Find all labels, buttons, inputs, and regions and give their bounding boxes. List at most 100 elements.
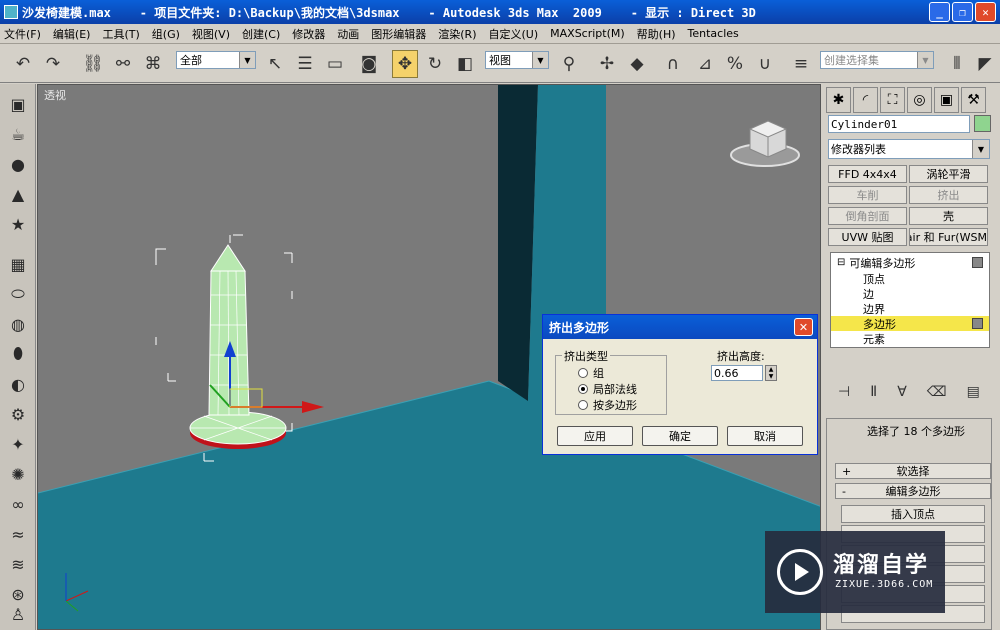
create-sphere-icon[interactable]: ● — [6, 152, 30, 176]
mirror-icon[interactable]: ⫴ — [944, 50, 970, 78]
soft-selection-rollout[interactable]: + 软选择 — [835, 463, 991, 479]
menu-tools[interactable]: 工具(T) — [102, 26, 139, 42]
radio-button[interactable] — [578, 400, 588, 410]
snaps-toggle-icon[interactable]: ∩ — [660, 50, 686, 78]
stack-item-toggle-icon[interactable] — [972, 257, 983, 268]
angle-snap-icon[interactable]: ⊿ — [692, 50, 718, 78]
pin-stack-icon[interactable]: ⊣ — [838, 384, 850, 400]
percent-snap-icon[interactable]: % — [722, 50, 748, 78]
select-by-name-icon[interactable]: ☰ — [292, 50, 318, 78]
modifier-button-ffd[interactable]: FFD 4x4x4 — [828, 165, 907, 183]
create-spindle-icon[interactable]: ◐ — [6, 372, 30, 396]
stack-item-vertex[interactable]: 顶点 — [831, 271, 989, 286]
menu-view[interactable]: 视图(V) — [192, 26, 230, 42]
bind-space-warp-icon[interactable]: ⌘ — [140, 50, 166, 78]
stack-item-border[interactable]: 边界 — [831, 301, 989, 316]
create-torus-knot-icon[interactable]: ∞ — [6, 492, 30, 516]
menu-modifiers[interactable]: 修改器 — [292, 26, 325, 42]
select-and-scale-icon[interactable]: ◧ — [452, 50, 478, 78]
app-icon[interactable] — [4, 5, 18, 19]
create-hedra-icon[interactable]: ✦ — [6, 432, 30, 456]
apply-button[interactable]: 应用 — [557, 426, 633, 446]
create-ribbon-icon[interactable]: ≈ — [6, 522, 30, 546]
edit-polygons-rollout[interactable]: - 编辑多边形 — [835, 483, 991, 499]
modifier-button-hair-fur[interactable]: air 和 Fur(WSM) — [909, 228, 988, 246]
cancel-button[interactable]: 取消 — [727, 426, 803, 446]
stack-item-polygon[interactable]: 多边形 — [831, 316, 989, 331]
menu-tentacles[interactable]: Tentacles — [688, 27, 739, 40]
select-object-icon[interactable]: ↖ — [262, 50, 288, 78]
select-and-link-icon[interactable]: ⛓ — [80, 50, 106, 78]
undo-icon[interactable]: ↶ — [10, 50, 36, 78]
menu-edit[interactable]: 编辑(E) — [53, 26, 91, 42]
create-cylinder-icon[interactable]: ⬭ — [6, 282, 30, 306]
keyboard-shortcut-icon[interactable]: ◆ — [624, 50, 650, 78]
create-biped-icon[interactable]: ♙ — [6, 602, 30, 626]
align-icon[interactable]: ◤ — [972, 50, 998, 78]
create-capsule-icon[interactable]: ⬮ — [6, 342, 30, 366]
manipulate-icon[interactable]: ✢ — [594, 50, 620, 78]
maximize-button[interactable]: ❐ — [952, 2, 973, 22]
extrusion-height-spinner[interactable]: ▲ ▼ — [765, 365, 777, 381]
utilities-tab-icon[interactable]: ⚒ — [961, 87, 986, 113]
show-end-result-icon[interactable]: Ⅱ — [870, 384, 877, 400]
select-and-move-icon[interactable]: ✥ — [392, 50, 418, 78]
selection-filter-dropdown[interactable]: 全部 ▼ — [176, 51, 256, 69]
create-gear-icon[interactable]: ⚙ — [6, 402, 30, 426]
stack-item-element[interactable]: 元素 — [831, 331, 989, 346]
menu-help[interactable]: 帮助(H) — [637, 26, 676, 42]
modifier-list-dropdown[interactable]: 修改器列表 ▼ — [828, 139, 990, 159]
remove-modifier-icon[interactable]: ⌫ — [927, 384, 947, 400]
spinner-down-icon[interactable]: ▼ — [769, 373, 774, 380]
radio-group[interactable]: 组 — [578, 365, 604, 381]
radio-local-normal[interactable]: 局部法线 — [578, 381, 637, 397]
radio-by-polygon[interactable]: 按多边形 — [578, 397, 637, 413]
menu-graph-editors[interactable]: 图形编辑器 — [371, 26, 426, 42]
extrusion-height-field[interactable]: 0.66 — [711, 365, 763, 381]
rectangular-selection-icon[interactable]: ▭ — [322, 50, 348, 78]
modifier-button-uvw-map[interactable]: UVW 贴图 — [828, 228, 907, 246]
modifier-button-lathe[interactable]: 车削 — [828, 186, 907, 204]
configure-sets-icon[interactable]: ▤ — [967, 384, 980, 400]
modifier-button-shell[interactable]: 壳 — [909, 207, 988, 225]
create-light-icon[interactable]: ✺ — [6, 462, 30, 486]
insert-vertex-button[interactable]: 插入顶点 — [841, 505, 985, 523]
motion-tab-icon[interactable]: ◎ — [907, 87, 932, 113]
hierarchy-tab-icon[interactable]: ⛶ — [880, 87, 905, 113]
named-selection-sets-dropdown[interactable]: 创建选择集 ▼ — [820, 51, 934, 69]
stack-item-edge[interactable]: 边 — [831, 286, 989, 301]
collapse-toggle-icon[interactable]: ⊟ — [837, 257, 845, 268]
modifier-button-bevel-profile[interactable]: 倒角剖面 — [828, 207, 907, 225]
stack-item-toggle-icon[interactable] — [972, 318, 983, 329]
radio-button[interactable] — [578, 368, 588, 378]
create-plane-icon[interactable]: ▦ — [6, 252, 30, 276]
redo-icon[interactable]: ↷ — [40, 50, 66, 78]
close-button[interactable]: ✕ — [975, 2, 996, 22]
menu-animation[interactable]: 动画 — [337, 26, 359, 42]
create-space-warp-icon[interactable]: ≋ — [6, 552, 30, 576]
spinner-snap-icon[interactable]: ∪ — [752, 50, 778, 78]
window-crossing-icon[interactable]: ◙ — [356, 50, 382, 78]
menu-create[interactable]: 创建(C) — [242, 26, 280, 42]
make-unique-icon[interactable]: ∀ — [897, 384, 907, 400]
create-teapot-icon[interactable]: ☕ — [6, 122, 30, 146]
menu-file[interactable]: 文件(F) — [4, 26, 41, 42]
unlink-icon[interactable]: ⚯ — [110, 50, 136, 78]
select-and-rotate-icon[interactable]: ↻ — [422, 50, 448, 78]
menu-group[interactable]: 组(G) — [152, 26, 180, 42]
create-tube-icon[interactable]: ◍ — [6, 312, 30, 336]
modifier-button-turbosmooth[interactable]: 涡轮平滑 — [909, 165, 988, 183]
stack-item-editable-poly[interactable]: ⊟ 可编辑多边形 — [831, 255, 989, 270]
menu-maxscript[interactable]: MAXScript(M) — [550, 27, 625, 40]
pivot-center-icon[interactable]: ⚲ — [556, 50, 582, 78]
create-star-icon[interactable]: ★ — [6, 212, 30, 236]
viewport-label[interactable]: 透视 — [44, 87, 66, 103]
display-tab-icon[interactable]: ▣ — [934, 87, 959, 113]
modify-tab-icon[interactable]: ◜ — [853, 87, 878, 113]
spinner-up-icon[interactable]: ▲ — [769, 366, 774, 373]
menu-rendering[interactable]: 渲染(R) — [438, 26, 476, 42]
object-name-field[interactable]: Cylinder01 — [828, 115, 970, 133]
ok-button[interactable]: 确定 — [642, 426, 718, 446]
radio-button[interactable] — [578, 384, 588, 394]
dialog-titlebar[interactable]: 挤出多边形 ✕ — [543, 315, 817, 339]
